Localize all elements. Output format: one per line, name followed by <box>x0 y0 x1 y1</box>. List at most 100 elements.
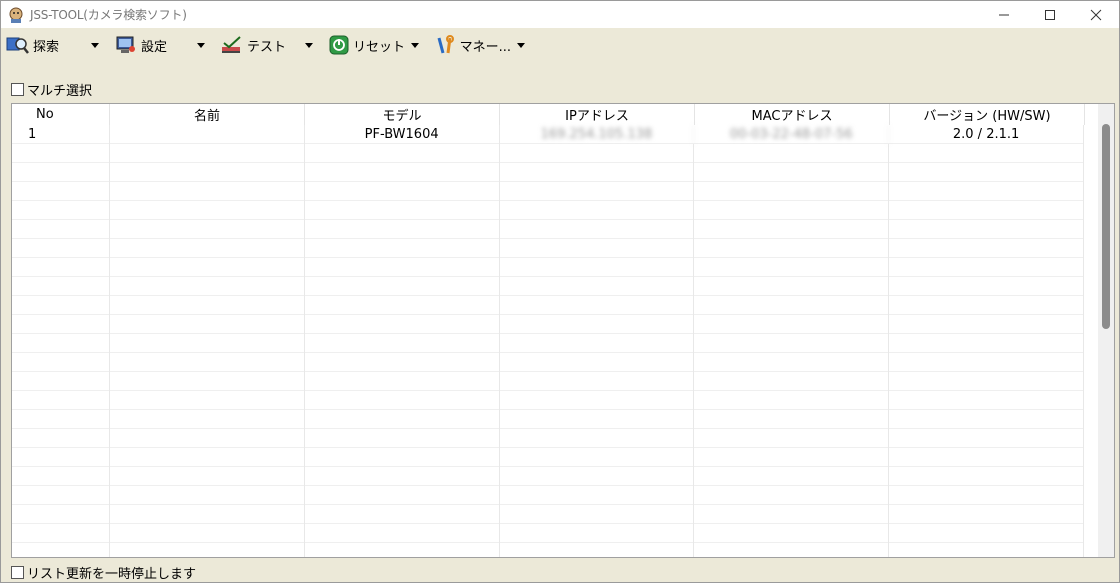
table-row[interactable]: 1 PF-BW1604 169.254.105.138 00-03-22-48-… <box>12 125 1084 144</box>
empty-cell <box>889 163 1084 182</box>
multi-select-option[interactable]: マルチ選択 <box>11 80 93 99</box>
empty-cell <box>12 505 110 524</box>
empty-cell <box>889 334 1084 353</box>
empty-cell <box>305 372 500 391</box>
empty-cell <box>889 524 1084 543</box>
reset-button[interactable]: リセット <box>323 32 409 58</box>
cell-ip: 169.254.105.138 <box>500 125 695 144</box>
empty-cell <box>12 467 110 486</box>
empty-cell <box>889 448 1084 467</box>
empty-cell <box>889 410 1084 429</box>
empty-cell <box>305 410 500 429</box>
empty-cell <box>110 391 305 410</box>
empty-row <box>12 182 1084 201</box>
empty-cell <box>305 429 500 448</box>
minimize-icon <box>999 14 1009 15</box>
pause-update-option[interactable]: リスト更新を一時停止します <box>11 563 197 582</box>
empty-cell <box>500 239 695 258</box>
empty-cell <box>500 201 695 220</box>
empty-cell <box>305 296 500 315</box>
maximize-button[interactable] <box>1027 1 1073 28</box>
empty-row <box>12 315 1084 334</box>
empty-cell <box>694 296 890 315</box>
minimize-button[interactable] <box>981 1 1027 28</box>
empty-row <box>12 429 1084 448</box>
title-bar: JSS-TOOL(カメラ検索ソフト) <box>1 1 1119 28</box>
tools-icon <box>433 34 458 56</box>
empty-cell <box>110 163 305 182</box>
vertical-scrollbar[interactable] <box>1098 104 1114 557</box>
empty-cell <box>12 239 110 258</box>
pause-update-label: リスト更新を一時停止します <box>27 566 197 582</box>
empty-row <box>12 334 1084 353</box>
settings-dropdown[interactable] <box>195 32 207 58</box>
pause-update-checkbox[interactable] <box>11 565 24 579</box>
empty-row <box>12 239 1084 258</box>
empty-cell <box>305 163 500 182</box>
multi-select-checkbox[interactable] <box>11 82 24 96</box>
table-body: 1 PF-BW1604 169.254.105.138 00-03-22-48-… <box>12 125 1084 557</box>
empty-cell <box>12 144 110 163</box>
empty-row <box>12 201 1084 220</box>
reset-dropdown[interactable] <box>409 32 421 58</box>
settings-label: 設定 <box>141 39 168 55</box>
empty-cell <box>305 182 500 201</box>
empty-cell <box>889 315 1084 334</box>
column-header-name[interactable]: 名前 <box>110 104 305 125</box>
column-header-ip[interactable]: IPアドレス <box>500 104 695 125</box>
caret-down-icon <box>305 42 313 48</box>
empty-cell <box>694 201 890 220</box>
test-dropdown[interactable] <box>303 32 315 58</box>
empty-cell <box>305 486 500 505</box>
empty-cell <box>500 296 695 315</box>
close-button[interactable] <box>1073 1 1119 28</box>
empty-cell <box>305 277 500 296</box>
empty-cell <box>694 524 890 543</box>
empty-cell <box>12 277 110 296</box>
empty-cell <box>110 296 305 315</box>
empty-cell <box>305 144 500 163</box>
empty-cell <box>694 429 890 448</box>
empty-row <box>12 258 1084 277</box>
column-header-model[interactable]: モデル <box>305 104 500 125</box>
empty-cell <box>110 372 305 391</box>
multi-select-label: マルチ選択 <box>27 83 93 99</box>
column-header-version[interactable]: バージョン (HW/SW) <box>890 104 1085 125</box>
empty-cell <box>500 467 695 486</box>
settings-button[interactable]: 設定 <box>109 32 195 58</box>
column-header-no[interactable]: No <box>12 104 110 125</box>
caret-down-icon <box>91 42 99 48</box>
empty-cell <box>694 410 890 429</box>
empty-cell <box>110 277 305 296</box>
empty-cell <box>12 220 110 239</box>
cell-mac: 00-03-22-48-07-56 <box>694 125 890 144</box>
search-dropdown[interactable] <box>89 32 101 58</box>
maximize-icon <box>1045 9 1055 20</box>
scrollbar-thumb[interactable] <box>1102 124 1110 329</box>
empty-cell <box>12 486 110 505</box>
empty-row <box>12 144 1084 163</box>
empty-cell <box>694 163 890 182</box>
empty-row <box>12 505 1084 524</box>
test-button[interactable]: テスト <box>215 32 303 58</box>
app-window: JSS-TOOL(カメラ検索ソフト) 探索 設定 テスト リセット マネー...… <box>0 0 1120 583</box>
empty-cell <box>500 410 695 429</box>
empty-cell <box>500 182 695 201</box>
empty-cell <box>110 201 305 220</box>
empty-cell <box>305 315 500 334</box>
camera-list-table[interactable]: No 名前 モデル IPアドレス MACアドレス バージョン (HW/SW) 1… <box>11 103 1115 558</box>
manage-button[interactable]: マネー... <box>429 32 515 58</box>
empty-cell <box>110 448 305 467</box>
column-header-mac[interactable]: MACアドレス <box>695 104 890 125</box>
monitor-settings-icon <box>113 34 139 56</box>
empty-cell <box>305 220 500 239</box>
empty-cell <box>500 486 695 505</box>
manage-dropdown[interactable] <box>515 32 527 58</box>
empty-cell <box>305 524 500 543</box>
empty-cell <box>889 239 1084 258</box>
empty-cell <box>694 315 890 334</box>
search-button[interactable]: 探索 <box>1 32 89 58</box>
empty-cell <box>694 258 890 277</box>
empty-cell <box>694 144 890 163</box>
empty-row <box>12 486 1084 505</box>
